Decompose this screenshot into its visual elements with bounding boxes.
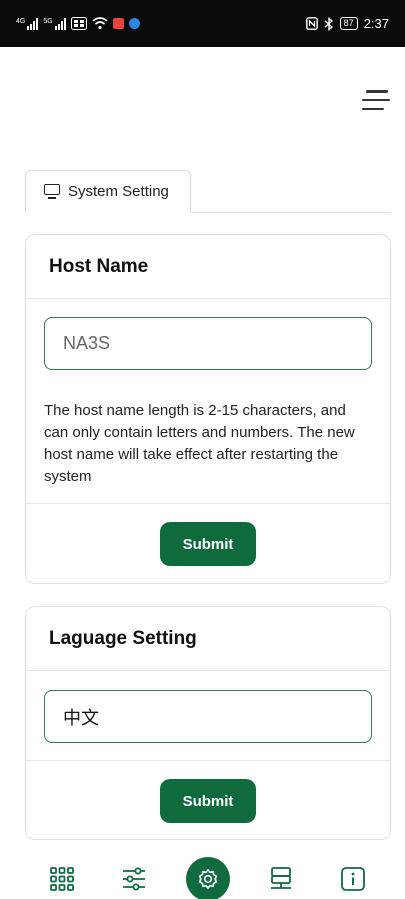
hd-icon — [70, 17, 87, 30]
tab-system-setting[interactable]: System Setting — [25, 170, 191, 213]
nfc-icon — [305, 17, 318, 30]
status-left: 4G 5G — [16, 17, 140, 30]
signal-4g-icon: 4G — [16, 17, 39, 30]
battery-indicator: 87 — [339, 17, 358, 30]
bluetooth-icon — [324, 16, 333, 31]
language-submit-button[interactable]: Submit — [160, 779, 256, 823]
signal-5g-icon: 5G — [43, 17, 66, 30]
tab-label: System Setting — [68, 183, 169, 200]
app-notification-icon — [128, 18, 140, 29]
network-label-2: 5G — [43, 17, 53, 25]
monitor-icon — [44, 184, 60, 199]
settings-gear-icon[interactable] — [186, 857, 230, 899]
language-select[interactable]: 中文 — [44, 690, 372, 743]
grid-icon[interactable] — [49, 866, 75, 892]
host-name-submit-button[interactable]: Submit — [160, 522, 256, 566]
hamburger-menu-icon[interactable] — [360, 86, 392, 114]
network-label-1: 4G — [16, 17, 26, 25]
host-name-hint: The host name length is 2-15 characters,… — [44, 402, 355, 485]
info-icon[interactable] — [340, 866, 366, 892]
network-icon[interactable] — [268, 866, 294, 892]
language-card: Laguage Setting 中文 Submit — [25, 606, 391, 840]
clock: 2:37 — [363, 16, 389, 31]
tab-bar: System Setting — [25, 170, 391, 213]
host-name-title: Host Name — [26, 235, 390, 299]
sliders-icon[interactable] — [121, 866, 147, 892]
app-notification-icon — [112, 18, 124, 29]
host-name-input[interactable]: NA3S — [44, 317, 372, 370]
status-right: 87 2:37 — [305, 16, 389, 31]
wifi-icon — [92, 17, 108, 30]
host-name-card: Host Name NA3S The host name length is 2… — [25, 234, 391, 584]
card-divider — [26, 760, 390, 761]
gear-icon — [198, 868, 218, 890]
card-divider — [26, 503, 390, 504]
status-bar: 4G 5G 87 2:37 — [0, 0, 405, 47]
language-title: Laguage Setting — [26, 607, 390, 671]
